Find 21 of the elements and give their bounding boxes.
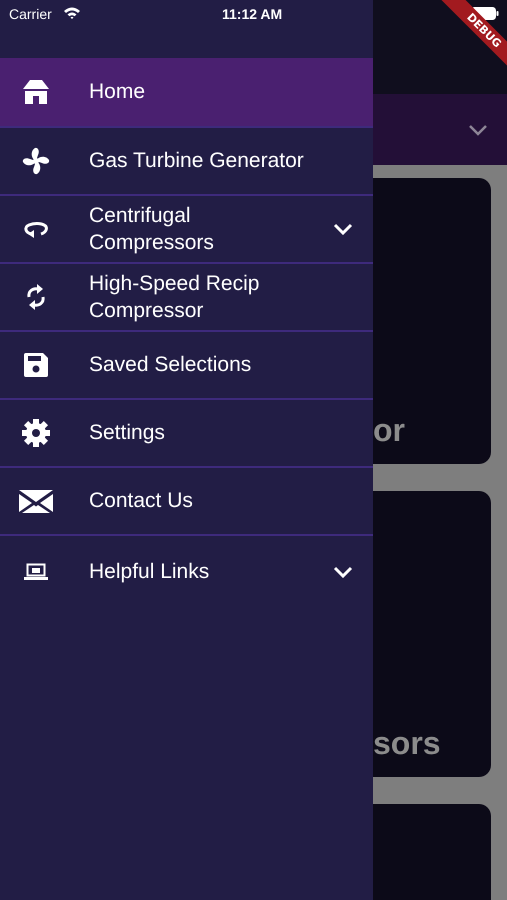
- drawer-item[interactable]: Helpful Links: [0, 536, 373, 608]
- drawer-item[interactable]: High-Speed Recip Compressor: [0, 264, 373, 330]
- envelope-icon: [19, 489, 53, 513]
- card-title: sors: [373, 727, 441, 763]
- drawer-item[interactable]: Contact Us: [0, 468, 373, 534]
- drawer-item[interactable]: Gas Turbine Generator: [0, 128, 373, 194]
- house-icon: [22, 78, 50, 106]
- fan-icon: [21, 146, 51, 176]
- card-background[interactable]: or: [373, 178, 491, 464]
- drawer-item[interactable]: Home: [0, 58, 373, 126]
- card-title: or: [373, 414, 405, 450]
- card-background[interactable]: sors: [373, 491, 491, 777]
- rotate-arrow-icon: [23, 219, 49, 239]
- status-time: 11:12 AM: [222, 6, 282, 22]
- settings-icon: [21, 418, 51, 448]
- carrier-label: Carrier: [9, 6, 52, 22]
- drawer-item[interactable]: Centrifugal Compressors: [0, 196, 373, 262]
- wifi-icon: [63, 6, 81, 19]
- drawer-item[interactable]: Saved Selections: [0, 332, 373, 398]
- laptop-icon: [24, 563, 48, 581]
- drawer-item[interactable]: Settings: [0, 400, 373, 466]
